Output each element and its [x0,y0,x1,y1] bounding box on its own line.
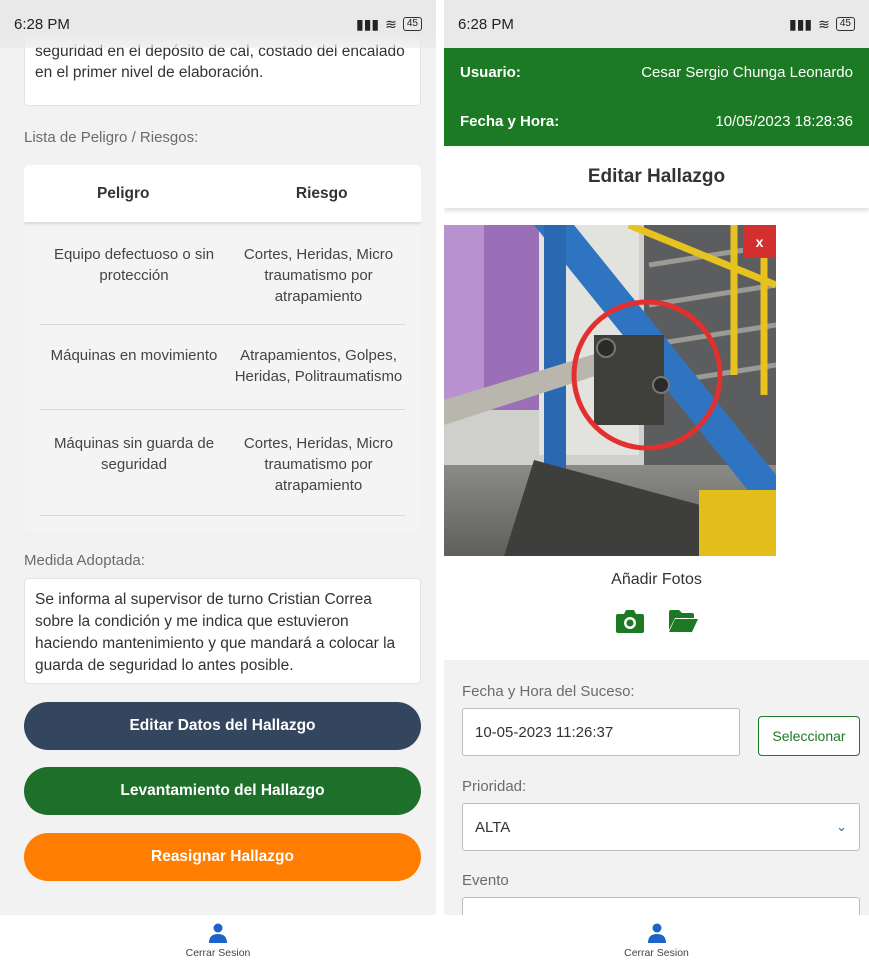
wifi-icon: ≋ [818,15,830,32]
select-date-button[interactable]: Seleccionar [758,716,860,756]
priority-select[interactable]: ALTA ⌄ [462,803,860,851]
event-date-label: Fecha y Hora del Suceso: [462,683,635,700]
photo-image [444,225,776,556]
datetime-value: 10/05/2023 18:28:36 [715,113,853,130]
table-row: Máquinas en movimiento Atrapamientos, Go… [40,325,405,410]
user-icon [647,923,666,943]
user-row: Usuario: Cesar Sergio Chunga Leonardo [460,48,853,97]
measure-label: Medida Adoptada: [24,552,145,569]
camera-icon[interactable] [615,608,645,634]
header-peligro: Peligro [96,184,150,202]
user-icon [209,923,227,943]
table-row: Máquinas sin guarda de seguridad Cortes,… [40,410,405,516]
signal-icon: ▮▮▮ [789,15,813,32]
reassign-finding-button[interactable]: Reasignar Hallazgo [24,833,421,881]
event-date-input[interactable]: 10-05-2023 11:26:37 [462,708,740,756]
user-value: Cesar Sergio Chunga Leonardo [641,64,853,81]
edit-finding-screen: 6:28 PM ▮▮▮ ≋ 45 Usuario: Cesar Sergio C… [444,0,869,967]
logout-nav[interactable]: Cerrar Sesion [0,915,436,967]
riesgo-cell: Atrapamientos, Golpes, Heridas, Politrau… [234,347,403,385]
status-bar: 6:28 PM ▮▮▮ ≋ 45 [0,0,436,48]
status-time: 6:28 PM [458,15,514,33]
battery-icon: 45 [835,17,855,31]
datetime-row: Fecha y Hora: 10/05/2023 18:28:36 [460,97,853,146]
header-riesgo: Riesgo [295,184,348,202]
peligro-cell: Máquinas sin guarda de seguridad [53,435,215,473]
priority-value: ALTA [475,818,511,836]
risk-table-header: Peligro Riesgo [24,165,421,222]
logout-nav[interactable]: Cerrar Sesion [444,915,869,967]
chevron-down-icon: ⌄ [836,819,847,834]
status-bar: 6:28 PM ▮▮▮ ≋ 45 [444,0,869,48]
page-title: Editar Hallazgo [444,146,869,208]
status-icons: ▮▮▮ ≋ 45 [356,16,422,33]
photo-actions [444,608,869,634]
riesgo-cell: Cortes, Heridas, Micro traumatismo por a… [243,435,394,494]
datetime-label: Fecha y Hora: [460,113,560,130]
finding-detail-screen: 6:28 PM ▮▮▮ ≋ 45 seguridad en el depósit… [0,0,436,967]
wifi-icon: ≋ [385,15,397,32]
folder-open-icon[interactable] [667,608,699,634]
remove-photo-button[interactable]: x [743,225,776,258]
logout-label: Cerrar Sesion [185,947,251,959]
risk-table: Peligro Riesgo Equipo defectuoso o sin p… [24,165,421,531]
measure-box: Se informa al supervisor de turno Cristi… [24,578,421,684]
edit-finding-button[interactable]: Editar Datos del Hallazgo [24,702,421,750]
add-photos-label: Añadir Fotos [611,571,702,588]
lift-finding-button[interactable]: Levantamiento del Hallazgo [24,767,421,815]
event-label: Evento [462,872,509,889]
user-label: Usuario: [460,64,521,81]
status-icons: ▮▮▮ ≋ 45 [789,16,855,33]
measure-text: Se informa al supervisor de turno Cristi… [35,591,396,674]
logout-label: Cerrar Sesion [624,947,689,959]
description-text: seguridad en el depósito de cal, costado… [35,43,405,81]
finding-photo[interactable] [444,225,776,556]
signal-icon: ▮▮▮ [356,15,380,32]
user-header: Usuario: Cesar Sergio Chunga Leonardo Fe… [444,48,869,146]
peligro-cell: Máquinas en movimiento [50,347,218,364]
table-row: Equipo defectuoso o sin protección Corte… [40,222,405,325]
priority-label: Prioridad: [462,778,527,795]
battery-icon: 45 [402,17,422,31]
peligro-cell: Equipo defectuoso o sin protección [53,246,215,284]
status-time: 6:28 PM [14,15,70,33]
riesgo-cell: Cortes, Heridas, Micro traumatismo por a… [243,246,394,305]
risk-list-label: Lista de Peligro / Riesgos: [24,129,199,146]
